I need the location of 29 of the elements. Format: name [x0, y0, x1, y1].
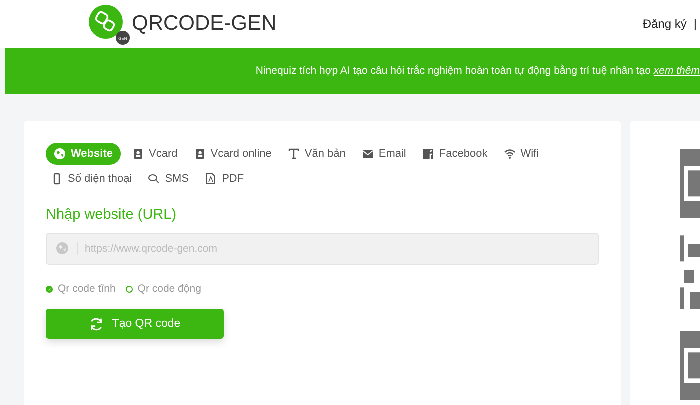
brand-name[interactable]: QRCODE-GEN	[132, 12, 277, 36]
radio-label: Qr code tĩnh	[58, 283, 116, 295]
pdf-icon	[205, 173, 218, 185]
type-tab[interactable]: Vcard online	[188, 143, 277, 165]
type-tab[interactable]: Số điện thoại	[46, 169, 138, 189]
phone-icon	[51, 173, 63, 185]
url-heading: Nhập website (URL)	[46, 207, 178, 223]
refresh-icon	[89, 316, 104, 332]
type-tab[interactable]: Facebook	[417, 143, 493, 165]
contact-icon	[132, 148, 144, 160]
text-icon	[288, 148, 300, 160]
globe-icon	[56, 242, 78, 255]
globe-icon	[54, 148, 66, 160]
announcement-text: Ninequiz tích hợp AI tạo câu hỏi trắc nghiệm hoàn toàn tự động bằng trí tuệ nhân tạo xem thêm	[256, 65, 700, 77]
mail-icon	[362, 148, 374, 160]
radio-button[interactable]	[46, 286, 53, 292]
wifi-icon	[504, 148, 516, 160]
contact-icon	[194, 148, 206, 160]
type-tab[interactable]: PDF	[200, 169, 250, 189]
radio-button[interactable]	[126, 286, 133, 292]
type-tab[interactable]: Văn bản	[282, 143, 351, 165]
type-tab[interactable]: Wifi	[498, 143, 544, 165]
type-tab[interactable]: Email	[356, 143, 412, 165]
type-tab[interactable]: Vcard	[126, 143, 183, 165]
register-link[interactable]: Đăng ký	[642, 17, 687, 31]
type-tab[interactable]: SMS	[143, 169, 194, 189]
separator-text: |	[694, 17, 697, 31]
radio-label: Qr code động	[138, 283, 202, 295]
facebook-icon	[422, 148, 434, 160]
